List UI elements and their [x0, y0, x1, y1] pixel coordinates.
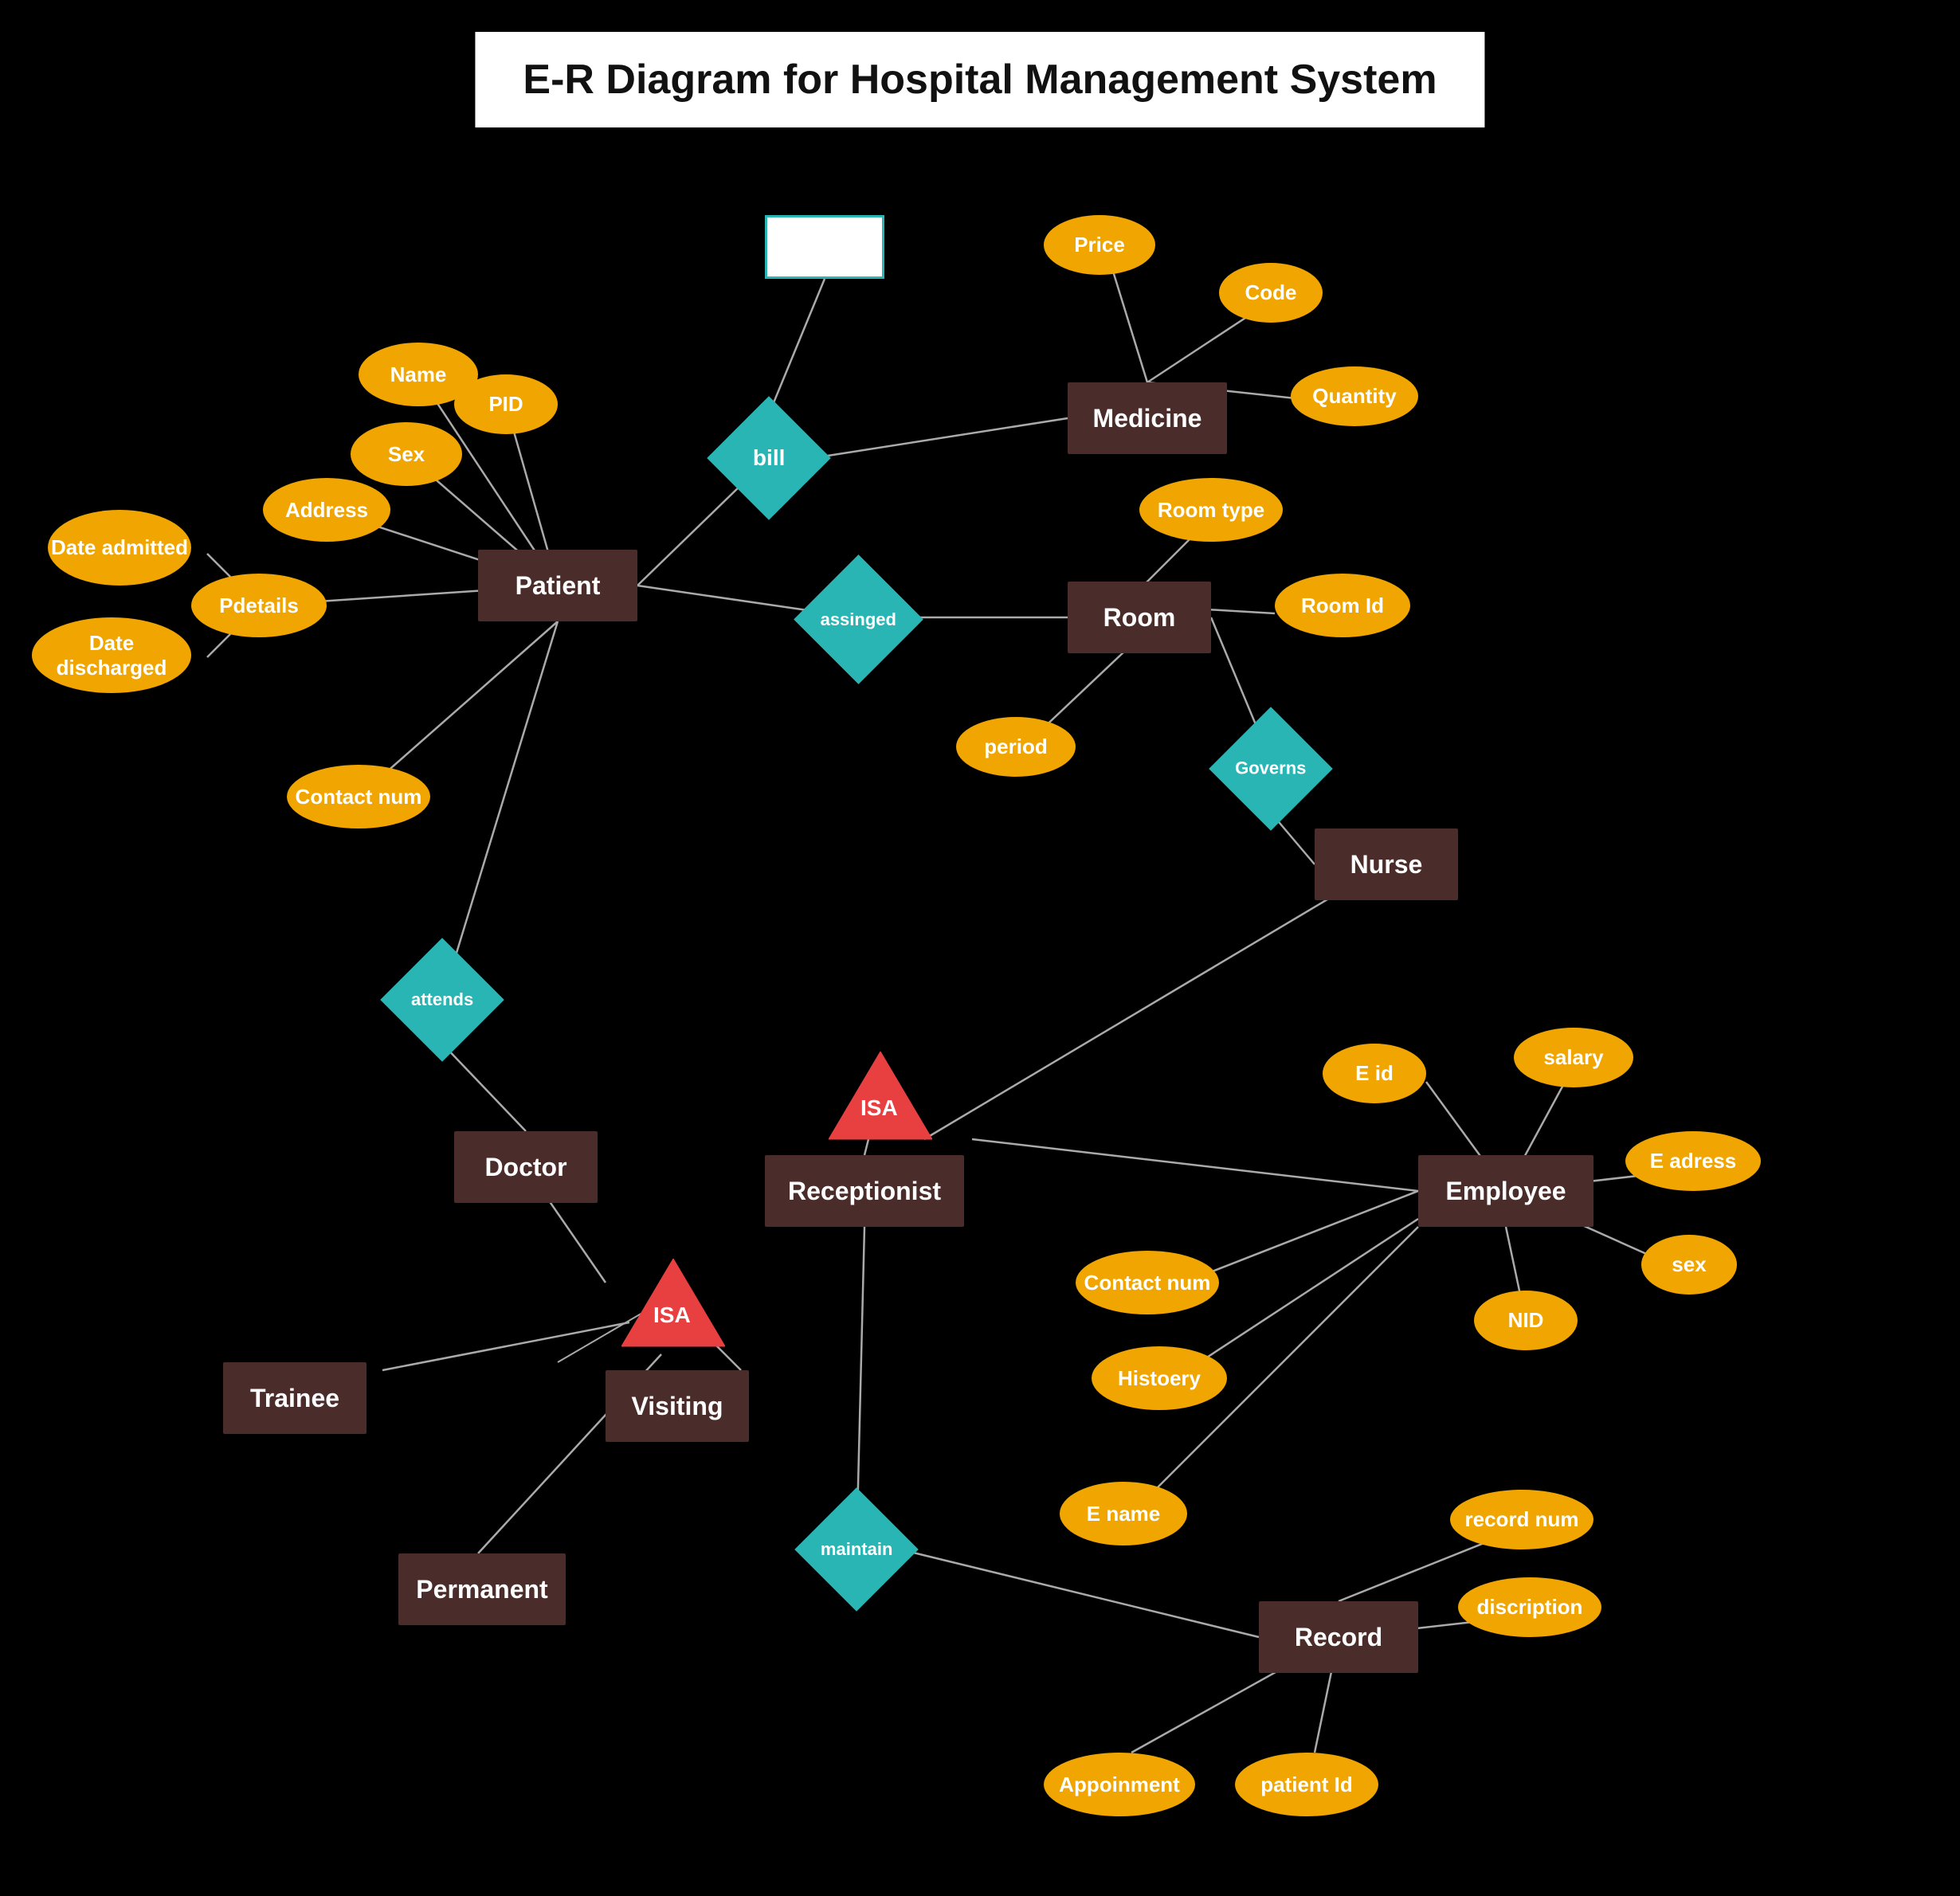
attr-e-address-label: E adress [1650, 1149, 1736, 1173]
rel-governs-label: Governs [1235, 758, 1306, 779]
attr-date-discharged: Date discharged [32, 617, 191, 693]
entity-medicine-label: Medicine [1093, 404, 1202, 433]
entity-medicine: Medicine [1068, 382, 1227, 454]
attr-pid: PID [454, 374, 558, 434]
attr-discription: discription [1458, 1577, 1601, 1637]
attr-code: Code [1219, 263, 1323, 323]
attr-discription-label: discription [1477, 1595, 1583, 1620]
attr-room-type-label: Room type [1158, 498, 1264, 523]
entity-permanent: Permanent [398, 1553, 566, 1625]
isa-doctor-triangle: ISA [621, 1259, 725, 1358]
rel-attends-label: attends [411, 989, 473, 1010]
entity-nurse-label: Nurse [1350, 850, 1423, 879]
attr-salary-label: salary [1543, 1045, 1603, 1070]
attr-sex: Sex [351, 422, 462, 486]
entity-trainee-label: Trainee [250, 1384, 339, 1413]
rel-governs: Governs [1209, 707, 1333, 831]
entity-record: Record [1259, 1601, 1418, 1673]
rel-attends: attends [380, 938, 504, 1062]
rel-assinged-label: assinged [821, 609, 896, 630]
attr-emp-sex-label: sex [1672, 1252, 1706, 1277]
attr-patient-id-label: patient Id [1260, 1773, 1353, 1797]
attr-record-num-label: record num [1464, 1507, 1578, 1532]
attr-e-name-label: E name [1087, 1502, 1161, 1526]
attr-room-type: Room type [1139, 478, 1283, 542]
entity-receptionist-label: Receptionist [788, 1177, 941, 1206]
attr-room-id-label: Room Id [1301, 593, 1384, 618]
attr-price-label: Price [1074, 233, 1125, 257]
attr-salary: salary [1514, 1028, 1633, 1087]
rel-maintain-label: maintain [821, 1539, 892, 1560]
attr-histoery-label: Histoery [1118, 1366, 1201, 1391]
entity-permanent-label: Permanent [416, 1575, 547, 1604]
attr-contact-num-emp-label: Contact num [1084, 1271, 1211, 1295]
entity-patient: Patient [478, 550, 637, 621]
attr-name-label: Name [390, 362, 447, 387]
attr-emp-sex: sex [1641, 1235, 1737, 1295]
attr-pid-label: PID [488, 392, 523, 417]
attr-histoery: Histoery [1092, 1346, 1227, 1410]
entity-nurse: Nurse [1315, 829, 1458, 900]
attr-record-num: record num [1450, 1490, 1593, 1549]
rel-maintain: maintain [794, 1487, 919, 1612]
diagram-title: E-R Diagram for Hospital Management Syst… [475, 32, 1484, 127]
attr-address-label: Address [285, 498, 368, 523]
attr-contact-num-emp: Contact num [1076, 1251, 1219, 1314]
isa-employee-triangle: ISA [829, 1052, 932, 1151]
entity-employee-label: Employee [1445, 1177, 1566, 1206]
attr-price: Price [1044, 215, 1155, 275]
attr-quantity-label: Quantity [1312, 384, 1396, 409]
entity-room-label: Room [1103, 603, 1176, 633]
attr-code-label: Code [1245, 280, 1297, 305]
attr-appoinment: Appoinment [1044, 1753, 1195, 1816]
attr-nid-label: NID [1508, 1308, 1544, 1333]
entity-doctor-label: Doctor [484, 1153, 566, 1182]
attr-contact-num-patient-label: Contact num [296, 785, 422, 809]
unlabeled-box [765, 215, 884, 279]
entity-employee: Employee [1418, 1155, 1593, 1227]
entity-room: Room [1068, 582, 1211, 653]
attr-sex-label: Sex [388, 442, 425, 467]
attr-quantity: Quantity [1291, 366, 1418, 426]
attr-nid: NID [1474, 1291, 1578, 1350]
entity-doctor: Doctor [454, 1131, 598, 1203]
attr-room-id: Room Id [1275, 574, 1410, 637]
attr-patient-id: patient Id [1235, 1753, 1378, 1816]
attr-e-name: E name [1060, 1482, 1187, 1545]
attr-period: period [956, 717, 1076, 777]
attr-pdetails-label: Pdetails [219, 593, 299, 618]
rel-assinged: assinged [794, 554, 923, 684]
attr-period-label: period [984, 735, 1047, 759]
rel-bill-label: bill [753, 445, 785, 471]
attr-e-address: E adress [1625, 1131, 1761, 1191]
attr-date-discharged-label: Date discharged [32, 631, 191, 680]
attr-date-admitted-label: Date admitted [51, 535, 188, 560]
entity-visiting-label: Visiting [632, 1392, 723, 1421]
entity-receptionist: Receptionist [765, 1155, 964, 1227]
attr-eid: E id [1323, 1044, 1426, 1103]
entity-visiting: Visiting [606, 1370, 749, 1442]
attr-pdetails: Pdetails [191, 574, 327, 637]
rel-bill: bill [707, 396, 831, 520]
entity-trainee: Trainee [223, 1362, 367, 1434]
attr-appoinment-label: Appoinment [1059, 1773, 1180, 1797]
attr-contact-num-patient: Contact num [287, 765, 430, 829]
attr-date-admitted: Date admitted [48, 510, 191, 586]
attr-eid-label: E id [1355, 1061, 1394, 1086]
entity-record-label: Record [1295, 1623, 1382, 1652]
attr-address: Address [263, 478, 390, 542]
entity-patient-label: Patient [515, 571, 601, 601]
